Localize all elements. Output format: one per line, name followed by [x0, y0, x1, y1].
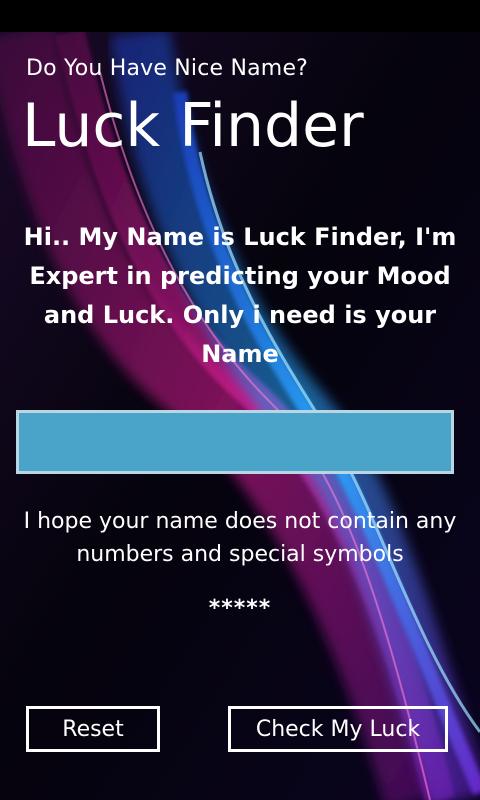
- app-title: Luck Finder: [22, 91, 364, 161]
- app-subtitle: Do You Have Nice Name?: [26, 56, 309, 81]
- reset-button[interactable]: Reset: [26, 706, 160, 752]
- luck-result: *****: [208, 596, 272, 621]
- hint-text: I hope your name does not contain any nu…: [23, 509, 457, 567]
- intro-text: Hi.. My Name is Luck Finder, I'm Expert …: [23, 223, 457, 368]
- check-my-luck-button[interactable]: Check My Luck: [228, 706, 448, 752]
- name-input[interactable]: [16, 410, 454, 474]
- main-content: Do You Have Nice Name? Luck Finder Hi.. …: [0, 0, 480, 800]
